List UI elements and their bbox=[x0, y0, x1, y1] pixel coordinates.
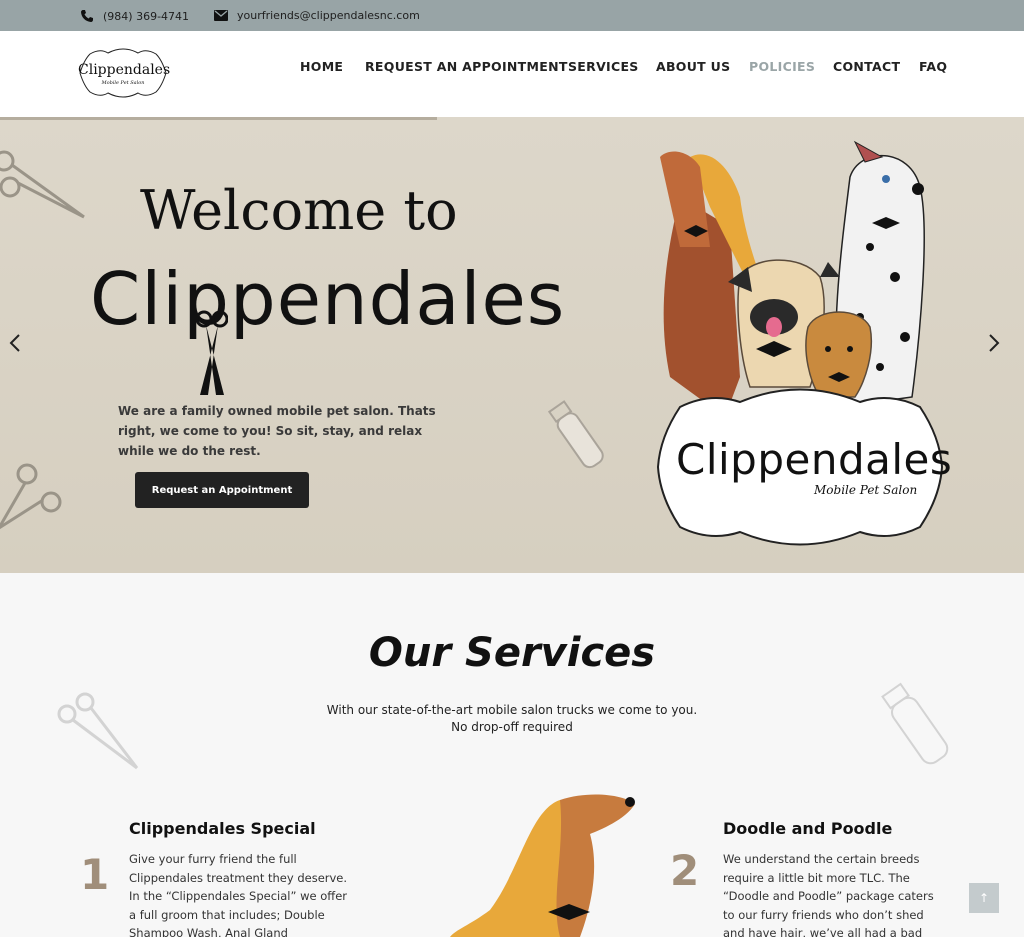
phone-icon bbox=[81, 10, 93, 22]
slider-progress-bar bbox=[0, 117, 437, 120]
nav-request-appointment[interactable]: REQUEST AN APPOINTMENT bbox=[365, 59, 568, 74]
afghan-hound-illustration bbox=[450, 794, 635, 937]
service-title: Doodle and Poodle bbox=[723, 819, 893, 838]
logo-text: Clippendales bbox=[78, 62, 171, 78]
nav-faq[interactable]: FAQ bbox=[919, 59, 947, 74]
phone-number: (984) 369-4741 bbox=[103, 9, 190, 23]
phone-link[interactable]: (984) 369-4741 bbox=[80, 9, 189, 23]
scissors-icon bbox=[0, 463, 62, 530]
service-title: Clippendales Special bbox=[129, 819, 316, 838]
nav-home[interactable]: HOME bbox=[300, 59, 343, 74]
badge-subtitle: Mobile Pet Salon bbox=[814, 483, 918, 497]
nav-about-us[interactable]: ABOUT US bbox=[656, 59, 730, 74]
badge-title: Clippendales bbox=[676, 435, 953, 484]
scroll-to-top-button[interactable]: ↑ bbox=[969, 883, 999, 913]
slider-next-arrow-icon[interactable] bbox=[983, 331, 1003, 355]
email-address: yourfriends@clippendalesnc.com bbox=[237, 9, 420, 22]
scissors-icon bbox=[0, 150, 85, 219]
services-subtitle: With our state-of-the-art mobile salon t… bbox=[326, 703, 698, 734]
logo-subtext: Mobile Pet Salon bbox=[101, 80, 145, 86]
services-heading: Our Services bbox=[368, 630, 656, 676]
service-number: 1 bbox=[80, 850, 110, 899]
service-number: 2 bbox=[670, 846, 700, 895]
clippers-icon bbox=[548, 400, 604, 469]
nav-services[interactable]: SERVICES bbox=[568, 59, 639, 74]
envelope-icon bbox=[214, 10, 228, 21]
hero-slider: Welcome to Clippendales We are a family … bbox=[0, 117, 1024, 573]
scissors-icon bbox=[196, 310, 228, 395]
request-appointment-button[interactable]: Request an Appointment bbox=[135, 472, 309, 508]
clippers-icon bbox=[881, 682, 949, 765]
top-contact-bar: (984) 369-4741 yourfriends@clippendalesn… bbox=[0, 0, 1024, 31]
email-link[interactable]: yourfriends@clippendalesnc.com bbox=[214, 9, 420, 22]
site-header: Clippendales Mobile Pet Salon HOME REQUE… bbox=[0, 31, 1024, 117]
slider-prev-arrow-icon[interactable] bbox=[6, 331, 26, 355]
hero-description: We are a family owned mobile pet salon. … bbox=[118, 404, 436, 458]
hero-title-line2: Clippendales bbox=[90, 257, 566, 341]
scissors-icon bbox=[57, 692, 139, 770]
service-description: We understand the certain breeds require… bbox=[723, 852, 934, 937]
hero-title-line1: Welcome to bbox=[140, 179, 458, 242]
site-logo[interactable]: Clippendales Mobile Pet Salon bbox=[78, 46, 171, 100]
service-description: Give your furry friend the full Clippend… bbox=[129, 852, 348, 937]
nav-policies[interactable]: POLICIES bbox=[749, 59, 815, 74]
nav-contact[interactable]: CONTACT bbox=[833, 59, 900, 74]
